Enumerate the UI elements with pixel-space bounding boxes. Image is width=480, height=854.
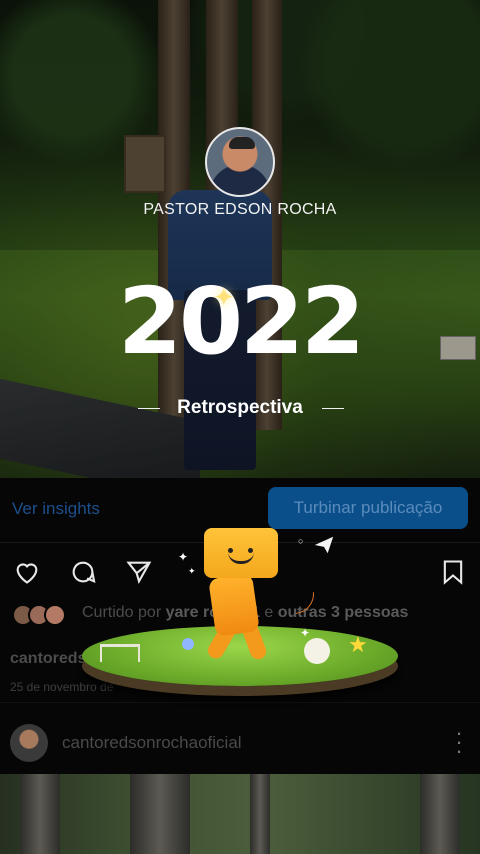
mascot-animation: ★ ✦ ✦ ✦ ○ (82, 520, 402, 700)
sparkle-icon: ✦ (213, 282, 235, 312)
more-options-icon[interactable]: · · · (452, 722, 466, 762)
sparkle-icon: ✦ (178, 550, 189, 564)
chick-decoration (304, 638, 330, 664)
liker-avatars[interactable] (12, 604, 72, 626)
view-insights-link[interactable]: Ver insights (12, 499, 100, 519)
fence-decoration (100, 644, 140, 662)
account-avatar[interactable] (10, 724, 48, 762)
sparkle-icon: ✦ (300, 626, 311, 640)
divider-line (322, 408, 344, 409)
retrospective-subtitle: Retrospectiva (177, 397, 303, 418)
star-icon: ★ (348, 632, 368, 657)
bookmark-icon[interactable] (438, 558, 468, 586)
author-name: PASTOR EDSON ROCHA (143, 201, 337, 218)
mascot-body (208, 573, 260, 637)
next-post-image[interactable] (0, 774, 480, 854)
sparkle-icon: ○ (298, 536, 304, 546)
sparkle-icon: ✦ (188, 566, 196, 576)
account-name[interactable]: cantoredsonrochaoficial (62, 733, 242, 753)
author-avatar[interactable] (205, 127, 275, 197)
paper-plane-icon (310, 534, 338, 556)
heart-icon[interactable] (12, 558, 42, 586)
flower-decoration (182, 638, 194, 650)
caption-username[interactable]: cantoreds (10, 650, 86, 668)
year-title: 2022 (117, 268, 365, 375)
story-image[interactable]: PASTOR EDSON ROCHA 2022 ✦ Retrospectiva (0, 0, 480, 478)
